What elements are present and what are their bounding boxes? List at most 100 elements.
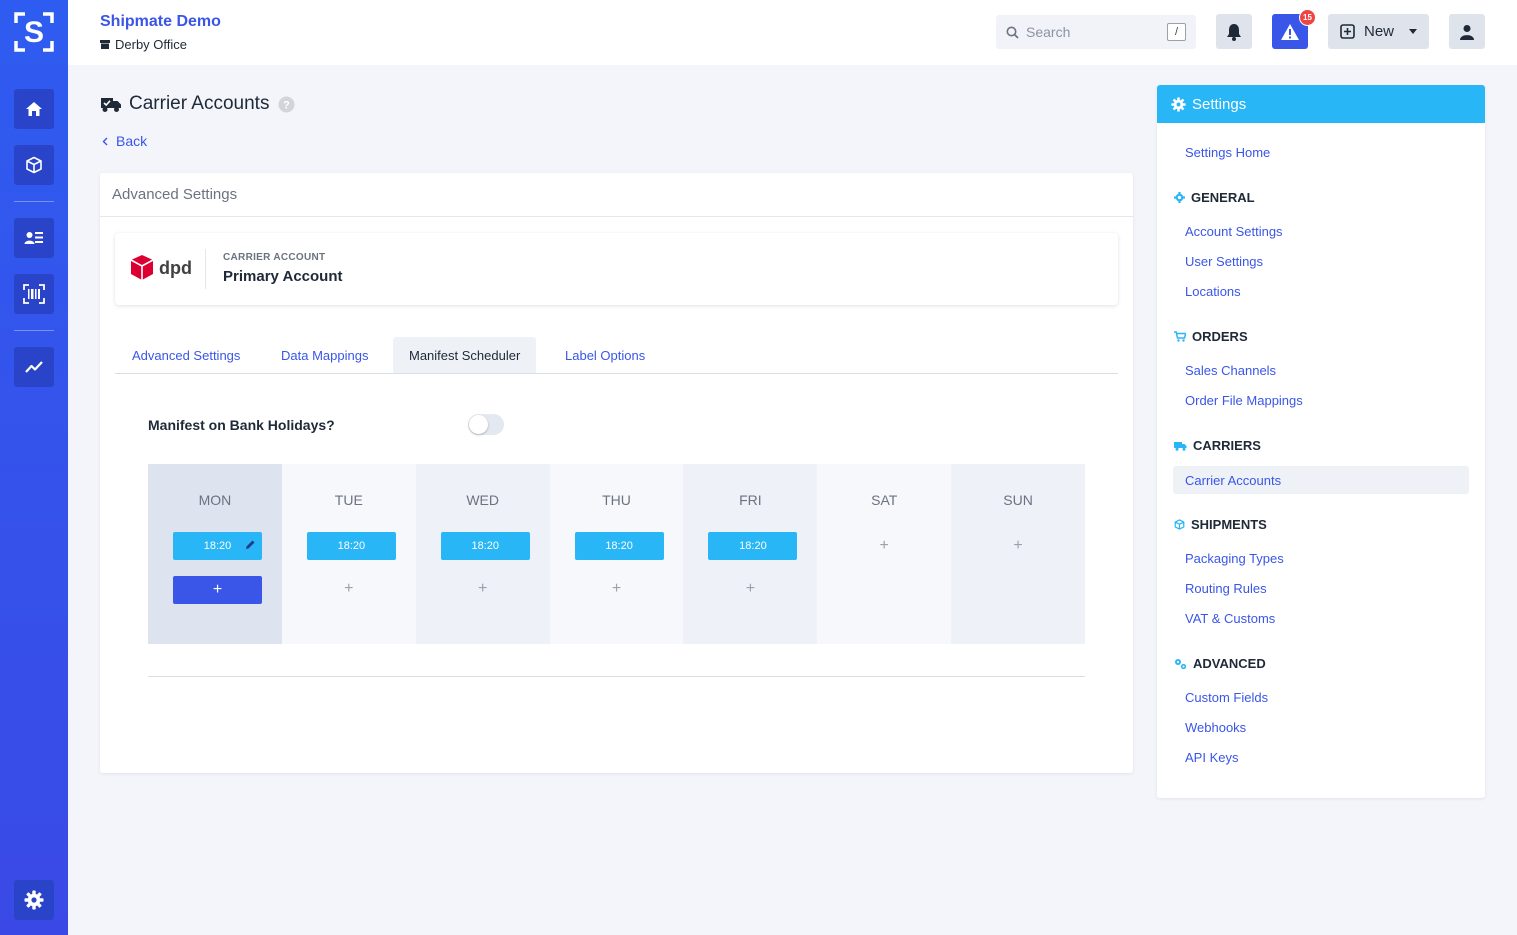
settings-link-api-keys[interactable]: API Keys: [1185, 750, 1238, 765]
search-shortcut-key: /: [1167, 23, 1186, 41]
reports-nav-button[interactable]: [14, 347, 54, 387]
add-time-plus[interactable]: +: [817, 537, 951, 555]
add-time-plus[interactable]: +: [416, 580, 550, 598]
settings-home-link[interactable]: Settings Home: [1185, 145, 1270, 160]
tab-label-options[interactable]: Label Options: [548, 337, 662, 373]
settings-link-user-settings[interactable]: User Settings: [1185, 254, 1263, 269]
section-title: GENERAL: [1191, 190, 1255, 205]
help-icon[interactable]: ?: [278, 96, 295, 113]
settings-link-carrier-accounts[interactable]: Carrier Accounts: [1185, 473, 1281, 488]
add-time-button[interactable]: +: [173, 576, 262, 604]
section-title: SHIPMENTS: [1191, 517, 1267, 532]
settings-link-locations[interactable]: Locations: [1185, 284, 1241, 299]
settings-title: Settings: [1192, 95, 1247, 113]
day-name: SUN: [1003, 492, 1033, 508]
section-title: ORDERS: [1192, 329, 1248, 344]
weekly-schedule: MON 18:20 + TUE 18:20 + WED 18:20 + THU …: [148, 464, 1086, 644]
bell-icon: [1227, 23, 1241, 41]
back-link[interactable]: Back: [102, 133, 147, 149]
search-box[interactable]: /: [996, 15, 1196, 49]
settings-link-webhooks[interactable]: Webhooks: [1185, 720, 1246, 735]
search-input[interactable]: [1026, 24, 1156, 40]
settings-sidebar: Settings Settings Home GENERAL Account S…: [1157, 85, 1485, 798]
day-name: SAT: [871, 492, 898, 508]
section-title: ADVANCED: [1193, 656, 1266, 671]
add-time-plus[interactable]: +: [550, 580, 684, 598]
user-menu-button[interactable]: [1449, 14, 1485, 49]
settings-header: Settings: [1157, 85, 1485, 123]
home-nav-button[interactable]: [14, 89, 54, 129]
dpd-logo: dpd: [130, 255, 192, 280]
barcode-nav-button[interactable]: [14, 274, 54, 314]
settings-link-custom-fields[interactable]: Custom Fields: [1185, 690, 1268, 705]
plus-square-icon: [1340, 24, 1355, 39]
settings-link-sales-channels[interactable]: Sales Channels: [1185, 363, 1276, 378]
manifest-time-slot[interactable]: 18:20: [574, 532, 664, 560]
page-title-text: Carrier Accounts: [129, 93, 270, 114]
left-rail: S: [0, 0, 68, 935]
day-column-mon[interactable]: MON 18:20 +: [148, 464, 282, 644]
settings-nav-button[interactable]: [14, 880, 54, 920]
day-column-sun[interactable]: SUN +: [951, 464, 1086, 644]
alert-count-badge: 15: [1299, 9, 1316, 26]
settings-link-account-settings[interactable]: Account Settings: [1185, 224, 1283, 239]
toggle-knob: [469, 415, 488, 434]
dpd-logo-text: dpd: [159, 258, 192, 278]
day-name: MON: [198, 492, 232, 508]
shipmate-logo-icon[interactable]: S: [14, 12, 54, 52]
gear-icon: [24, 890, 44, 910]
section-general: GENERAL: [1174, 190, 1255, 205]
manifest-time-slot[interactable]: 18:20: [440, 532, 530, 560]
contacts-nav-button[interactable]: [14, 218, 54, 258]
day-column-fri[interactable]: FRI 18:20 +: [683, 464, 818, 644]
carrier-divider: [205, 249, 206, 289]
svg-text:S: S: [24, 16, 44, 49]
notifications-button[interactable]: [1216, 14, 1252, 49]
day-name: THU: [602, 492, 631, 508]
add-time-plus[interactable]: +: [282, 580, 416, 598]
bank-holiday-toggle[interactable]: [468, 414, 504, 435]
search-icon: [1006, 26, 1019, 39]
tab-advanced-settings[interactable]: Advanced Settings: [115, 337, 257, 373]
settings-link-packaging-types[interactable]: Packaging Types: [1185, 551, 1284, 566]
manifest-time-slot[interactable]: 18:20: [708, 532, 798, 560]
day-name: FRI: [739, 492, 762, 508]
caret-down-icon: [1409, 29, 1418, 34]
top-bar: Shipmate Demo Derby Office / 15 New: [68, 0, 1517, 65]
warning-icon: [1281, 23, 1299, 40]
tab-data-mappings[interactable]: Data Mappings: [264, 337, 385, 373]
carrier-settings-card: Advanced Settings dpd CARRIER ACCOUNT Pr…: [100, 173, 1133, 773]
barcode-scan-icon: [23, 284, 45, 304]
brand-name[interactable]: Shipmate Demo: [100, 13, 221, 31]
day-name: WED: [466, 492, 499, 508]
store-icon: [100, 40, 110, 49]
day-column-tue[interactable]: TUE 18:20 +: [281, 464, 416, 644]
cogs-icon: [1175, 658, 1187, 669]
cart-icon: [1174, 331, 1186, 342]
manifest-time-slot[interactable]: 18:20: [173, 532, 262, 560]
shipments-nav-button[interactable]: [14, 145, 54, 185]
day-column-sat[interactable]: SAT +: [817, 464, 952, 644]
section-advanced: ADVANCED: [1174, 656, 1266, 671]
alerts-button[interactable]: 15: [1272, 9, 1316, 49]
office-selector[interactable]: Derby Office: [100, 37, 187, 52]
settings-link-routing-rules[interactable]: Routing Rules: [1185, 581, 1267, 596]
box-icon: [26, 156, 42, 174]
settings-link-order-file-mappings[interactable]: Order File Mappings: [1185, 393, 1303, 408]
manifest-time-slot[interactable]: 18:20: [306, 532, 396, 560]
day-column-wed[interactable]: WED 18:20 +: [415, 464, 550, 644]
tab-manifest-scheduler[interactable]: Manifest Scheduler: [393, 337, 537, 373]
carrier-account-name: Primary Account: [223, 268, 343, 285]
office-name: Derby Office: [115, 37, 188, 52]
settings-link-vat-customs[interactable]: VAT & Customs: [1185, 611, 1275, 626]
slot-time: 18:20: [739, 540, 767, 552]
cog-icon: [1174, 192, 1185, 203]
add-time-plus[interactable]: +: [683, 580, 817, 598]
new-button[interactable]: New: [1328, 14, 1429, 49]
slot-time: 18:20: [605, 540, 633, 552]
day-column-thu[interactable]: THU 18:20 +: [549, 464, 684, 644]
add-time-plus[interactable]: +: [951, 537, 1085, 555]
carrier-account-caption: CARRIER ACCOUNT: [223, 252, 326, 263]
pencil-icon[interactable]: [244, 539, 256, 551]
settings-tabs: Advanced Settings Data Mappings Manifest…: [115, 337, 1118, 374]
